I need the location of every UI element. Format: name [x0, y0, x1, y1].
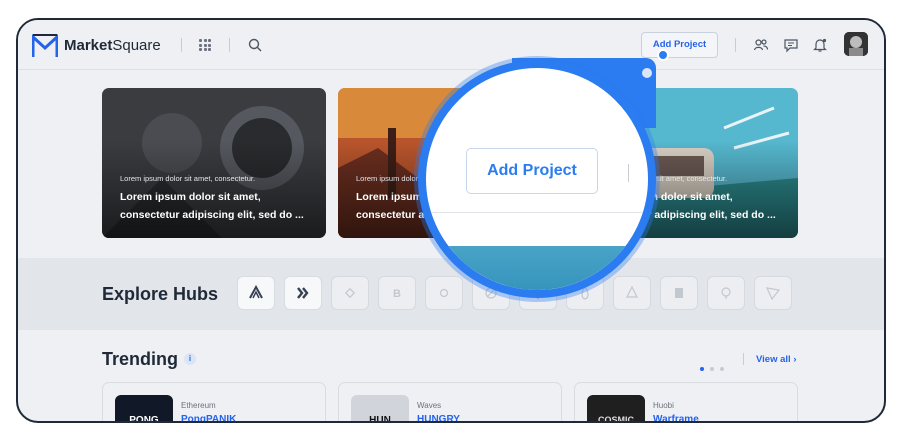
view-all-link[interactable]: View all › — [756, 354, 796, 365]
add-project-button-zoomed[interactable]: Add Project — [466, 148, 598, 194]
card-title-line: Lorem ipsum dolor sit amet, — [120, 191, 261, 203]
pepe-icon — [721, 287, 731, 299]
hub-tron-button[interactable] — [754, 276, 792, 310]
users-icon[interactable] — [753, 37, 769, 53]
cursor-pointer — [657, 49, 669, 61]
hive-icon — [297, 287, 309, 299]
chain-label: Ethereum — [181, 401, 216, 410]
hub-arweave-button[interactable] — [237, 276, 275, 310]
project-name-link[interactable]: Warframe — [653, 414, 699, 421]
divider — [735, 38, 736, 52]
card-title: Lorem ipsum dolor sit amet, consectetur a… — [120, 188, 320, 224]
brand-name[interactable]: MarketSquare — [64, 37, 161, 54]
app-window: MarketSquare Add Project Lorem ipsum dol… — [16, 18, 886, 423]
divider — [628, 164, 629, 182]
add-project-button[interactable]: Add Project — [641, 32, 718, 58]
project-name-link[interactable]: HUNGRY — [417, 414, 460, 421]
brand-bold: Market — [64, 37, 113, 54]
divider — [229, 38, 230, 52]
trending-card[interactable]: COSMIC Huobi Warframe — [574, 382, 798, 421]
divider — [743, 353, 744, 365]
info-icon[interactable]: i — [184, 353, 196, 365]
card-subtitle: Lorem ipsum dolor sit amet, consectetur. — [120, 174, 256, 183]
carousel-dot[interactable] — [700, 367, 704, 371]
project-thumbnail: COSMIC — [587, 395, 645, 421]
magnifier-lens: Add Project — [418, 60, 656, 298]
search-icon[interactable] — [248, 38, 262, 52]
avatar[interactable] — [844, 32, 868, 56]
trending-card[interactable]: PONG Ethereum PongPANIK — [102, 382, 326, 421]
svg-text:B: B — [393, 288, 401, 300]
trending-title: Trending — [102, 349, 178, 369]
header-border — [426, 212, 648, 213]
hub-bitcoin-button[interactable]: B — [378, 276, 416, 310]
huobi-icon — [675, 288, 683, 298]
hub-pepe-button[interactable] — [707, 276, 745, 310]
project-thumbnail: PONG — [115, 395, 173, 421]
hub-hive-button[interactable] — [284, 276, 322, 310]
tron-icon — [765, 287, 781, 301]
logo-icon[interactable] — [32, 34, 58, 58]
project-thumbnail: HUN — [351, 395, 409, 421]
featured-card[interactable]: Lorem ipsum dolor sit amet, consectetur.… — [102, 88, 326, 238]
chain-label: Huobi — [653, 401, 674, 410]
hub-huobi-button[interactable] — [660, 276, 698, 310]
card-title-line: consectetur adipiscing elit, sed do ... — [120, 209, 304, 221]
carousel-dot[interactable] — [720, 367, 724, 371]
carousel-dots[interactable] — [700, 358, 730, 376]
project-name-link[interactable]: PongPANIK — [181, 414, 236, 421]
arweave-icon — [249, 284, 263, 299]
top-header: MarketSquare Add Project — [18, 20, 884, 70]
trending-card[interactable]: HUN Waves HUNGRY — [338, 382, 562, 421]
carousel-dot[interactable] — [710, 367, 714, 371]
bell-icon[interactable] — [812, 37, 828, 53]
brand-rest: Square — [112, 37, 161, 54]
divider — [181, 38, 182, 52]
chat-icon[interactable] — [783, 37, 799, 53]
binance-icon — [344, 287, 356, 299]
chain-label: Waves — [417, 401, 442, 410]
bitcoin-icon: B — [393, 288, 401, 300]
hub-binance-button[interactable] — [331, 276, 369, 310]
apps-grid-icon[interactable] — [199, 39, 211, 51]
explore-hubs-title: Explore Hubs — [102, 284, 219, 304]
